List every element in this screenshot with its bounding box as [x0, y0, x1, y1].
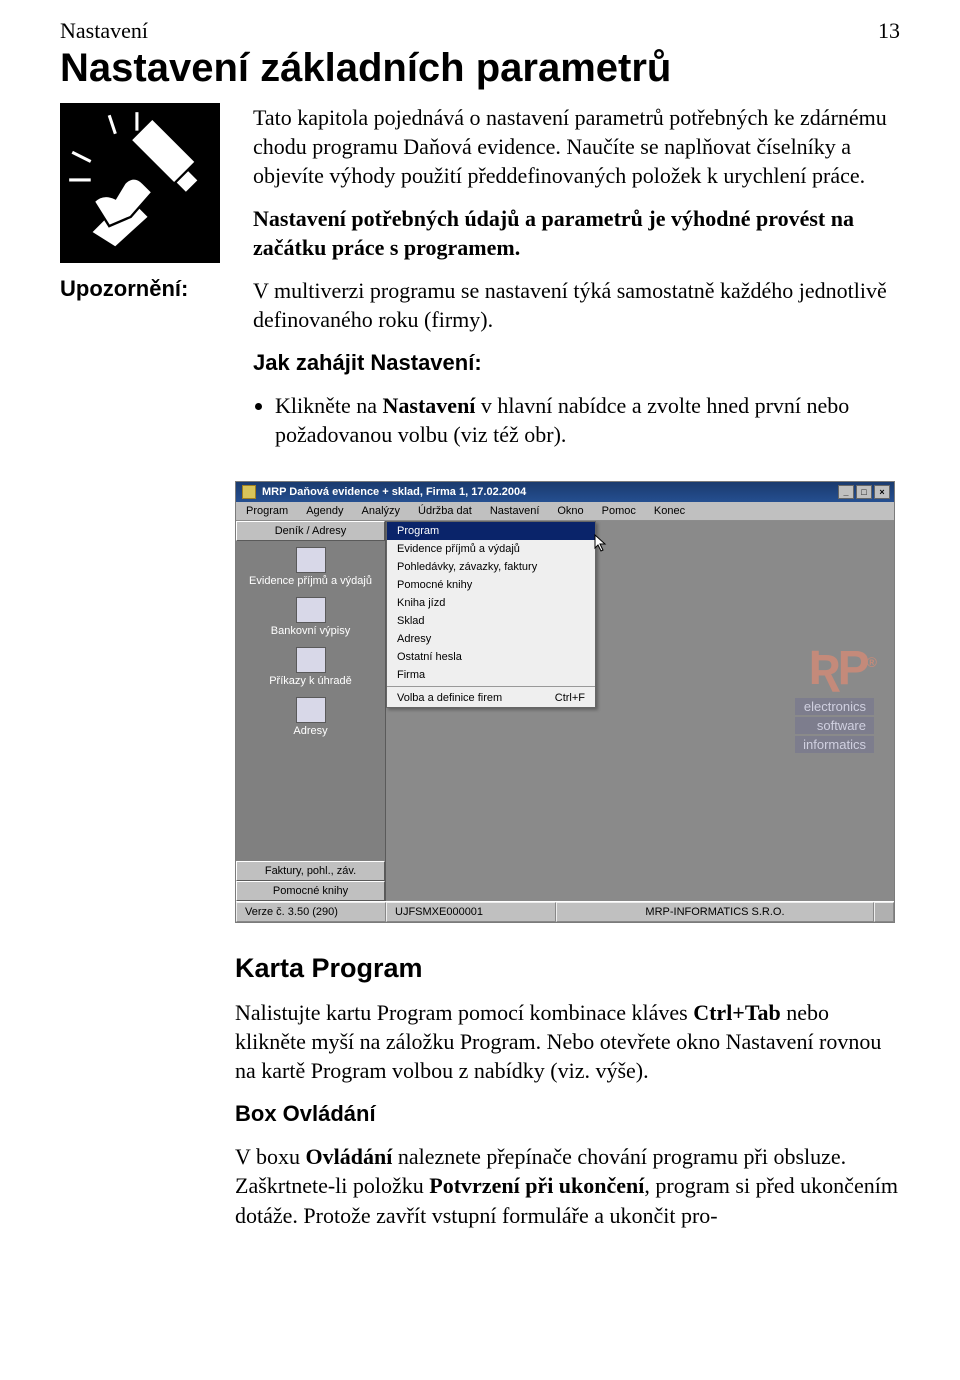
- sidebar-tab-pomocne[interactable]: Pomocné knihy: [236, 881, 385, 901]
- mouse-cursor-icon: [594, 534, 608, 552]
- minimize-button[interactable]: _: [838, 485, 854, 499]
- page-title: Nastavení základních parametrů: [60, 46, 900, 91]
- menu-udrzba[interactable]: Údržba dat: [418, 505, 472, 517]
- menu-analyzy[interactable]: Analýzy: [362, 505, 401, 517]
- brand-logo: ƦP®: [795, 641, 874, 696]
- maximize-button[interactable]: □: [856, 485, 872, 499]
- menu-agendy[interactable]: Agendy: [306, 505, 343, 517]
- sidebar: Deník / Adresy Evidence příjmů a výdajů …: [236, 521, 386, 901]
- brand-watermark: ƦP® electronics software informatics: [795, 641, 874, 753]
- menu-okno[interactable]: Okno: [557, 505, 583, 517]
- menu-nastaveni[interactable]: Nastavení: [490, 505, 540, 517]
- statusbar: Verze č. 3.50 (290) UJFSMXE000001 MRP-IN…: [236, 901, 894, 922]
- warning-text: V multiverzi programu se nastavení týká …: [253, 276, 900, 334]
- document-icon: [296, 697, 326, 723]
- subhead-box-ovladani: Box Ovládání: [235, 1099, 900, 1128]
- howto-bullet: Klikněte na Nastavení v hlavní nabídce a…: [275, 391, 900, 449]
- menubar: Program Agendy Analýzy Údržba dat Nastav…: [236, 502, 894, 521]
- sidebar-item-prikazy[interactable]: Příkazy k úhradě: [236, 641, 385, 691]
- dropdown-item-knihajizd[interactable]: Kniha jízd: [387, 594, 595, 612]
- window-title: MRP Daňová evidence + sklad, Firma 1, 17…: [262, 486, 526, 498]
- menu-pomoc[interactable]: Pomoc: [602, 505, 636, 517]
- page-number: 13: [878, 18, 900, 44]
- running-header: Nastavení 13: [60, 18, 900, 44]
- dropdown-item-sklad[interactable]: Sklad: [387, 612, 595, 630]
- intro-paragraph-1: Tato kapitola pojednává o nastavení para…: [253, 103, 900, 190]
- karta-program-p1: Nalistujte kartu Program pomocí kombinac…: [235, 998, 900, 1085]
- dropdown-item-pohledavky[interactable]: Pohledávky, závazky, faktury: [387, 558, 595, 576]
- chapter-icon: [60, 103, 235, 276]
- dropdown-item-volba[interactable]: Volba a definice firem Ctrl+F: [387, 689, 595, 707]
- intro-paragraph-2: Nastavení potřebných údajů a parametrů j…: [253, 204, 900, 262]
- status-version: Verze č. 3.50 (290): [236, 902, 386, 922]
- sidebar-tab-faktury[interactable]: Faktury, pohl., záv.: [236, 861, 385, 881]
- dropdown-item-ostatni[interactable]: Ostatní hesla: [387, 648, 595, 666]
- dropdown-item-pomocne[interactable]: Pomocné knihy: [387, 576, 595, 594]
- sidebar-item-evidence[interactable]: Evidence příjmů a výdajů: [236, 541, 385, 591]
- sidebar-item-bankovni[interactable]: Bankovní výpisy: [236, 591, 385, 641]
- window-titlebar: MRP Daňová evidence + sklad, Firma 1, 17…: [236, 482, 894, 502]
- howto-heading: Jak zahájit Nastavení:: [253, 348, 900, 377]
- menu-program[interactable]: Program: [246, 505, 288, 517]
- close-button[interactable]: ×: [874, 485, 890, 499]
- header-left: Nastavení: [60, 18, 148, 44]
- box-ovladani-p: V boxu Ovládání naleznete přepínače chov…: [235, 1142, 900, 1229]
- sidebar-tab-denik[interactable]: Deník / Adresy: [236, 521, 385, 541]
- dropdown-item-firma[interactable]: Firma: [387, 666, 595, 684]
- hand-tool-icon: [60, 103, 220, 263]
- dropdown-item-program[interactable]: Program: [387, 522, 595, 540]
- dropdown-item-evidence[interactable]: Evidence příjmů a výdajů: [387, 540, 595, 558]
- menu-konec[interactable]: Konec: [654, 505, 685, 517]
- app-screenshot: MRP Daňová evidence + sklad, Firma 1, 17…: [235, 481, 895, 923]
- status-code: UJFSMXE000001: [386, 902, 556, 922]
- dropdown-item-adresy[interactable]: Adresy: [387, 630, 595, 648]
- document-icon: [296, 547, 326, 573]
- resize-grip-icon: [874, 902, 894, 922]
- section-title-karta-program: Karta Program: [235, 953, 900, 984]
- status-company: MRP-INFORMATICS S.R.O.: [556, 902, 874, 922]
- document-icon: [296, 597, 326, 623]
- app-icon: [242, 485, 256, 499]
- warning-label: Upozornění:: [60, 276, 235, 467]
- sidebar-item-adresy[interactable]: Adresy: [236, 691, 385, 741]
- dropdown-separator: [387, 686, 595, 687]
- nastaveni-dropdown: Program Evidence příjmů a výdajů Pohledá…: [386, 521, 596, 708]
- document-icon: [296, 647, 326, 673]
